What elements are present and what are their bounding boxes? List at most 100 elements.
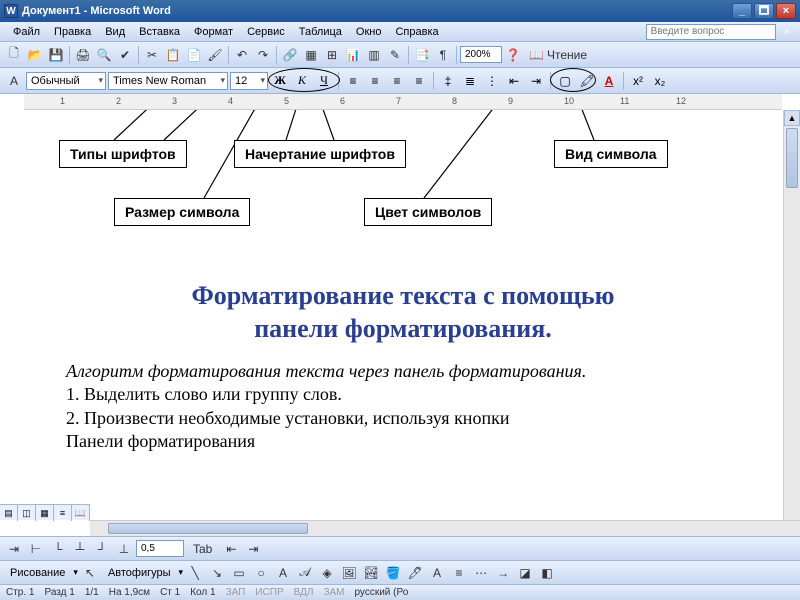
paste-icon[interactable]: 📄 (184, 45, 204, 65)
tab-icon[interactable]: ⇥ (4, 539, 24, 559)
save-icon[interactable]: 💾 (46, 45, 66, 65)
tab-right-icon[interactable]: ┘ (92, 539, 112, 559)
line-style-icon[interactable]: ≡ (449, 563, 469, 583)
dash-style-icon[interactable]: ⋯ (471, 563, 491, 583)
line-icon[interactable]: ╲ (185, 563, 205, 583)
print-preview-icon[interactable]: 🔍 (94, 45, 114, 65)
shadow-icon[interactable]: ◪ (515, 563, 535, 583)
undo-icon[interactable]: ↶ (232, 45, 252, 65)
styles-pane-icon[interactable]: A (4, 71, 24, 91)
wordart-icon[interactable]: 𝒜 (295, 563, 315, 583)
maximize-button[interactable]: 🗖 (754, 3, 774, 19)
insert-table-icon[interactable]: ⊞ (322, 45, 342, 65)
arrow-icon[interactable]: ↘ (207, 563, 227, 583)
increase-indent-icon[interactable]: ⇥ (526, 71, 546, 91)
outdent-icon[interactable]: ⇥ (243, 539, 263, 559)
format-painter-icon[interactable]: 🖌 (205, 45, 225, 65)
menu-file[interactable]: Файл (6, 24, 47, 40)
document-area[interactable]: Типы шрифтов Размер символа Начертание ш… (0, 110, 800, 526)
align-left-icon[interactable]: ≡ (343, 71, 363, 91)
borders-icon[interactable]: ▢ (555, 71, 575, 91)
font-size-combo[interactable]: 12 (230, 72, 268, 90)
line-color-icon[interactable]: 🖊 (405, 563, 425, 583)
menu-help[interactable]: Справка (388, 24, 445, 40)
menu-view[interactable]: Вид (98, 24, 132, 40)
menu-window[interactable]: Окно (349, 24, 389, 40)
outline-view-icon[interactable]: ≡ (54, 505, 72, 521)
underline-button[interactable]: Ч (314, 71, 334, 91)
picture-icon[interactable]: 🏞 (361, 563, 381, 583)
clipart-icon[interactable]: 🖼 (339, 563, 359, 583)
spellcheck-icon[interactable]: ✔ (115, 45, 135, 65)
autoshapes-dropdown-icon[interactable]: ▾ (179, 567, 184, 578)
bullets-icon[interactable]: ⋮ (482, 71, 502, 91)
tab-decimal-icon[interactable]: ⊥ (114, 539, 134, 559)
decrease-indent-icon[interactable]: ⇤ (504, 71, 524, 91)
font-color-draw-icon[interactable]: A (427, 563, 447, 583)
align-right-icon[interactable]: ≡ (387, 71, 407, 91)
scroll-up-icon[interactable]: ▲ (784, 110, 800, 126)
font-color-icon[interactable]: A (599, 71, 619, 91)
diagram-icon[interactable]: ◈ (317, 563, 337, 583)
subscript-icon[interactable]: x₂ (650, 71, 670, 91)
open-icon[interactable]: 📂 (25, 45, 45, 65)
hscroll-thumb[interactable] (108, 523, 308, 534)
draw-menu[interactable]: Рисование (4, 567, 71, 579)
minimize-button[interactable]: _ (732, 3, 752, 19)
align-justify-icon[interactable]: ≡ (409, 71, 429, 91)
tab-button[interactable]: Tab (186, 539, 219, 559)
oval-icon[interactable]: ○ (251, 563, 271, 583)
menu-format[interactable]: Формат (187, 24, 240, 40)
menu-edit[interactable]: Правка (47, 24, 98, 40)
copy-icon[interactable]: 📋 (163, 45, 183, 65)
help-search-input[interactable] (646, 24, 776, 40)
reading-layout-button[interactable]: 📖 Чтение (524, 45, 592, 65)
tab-stop-icon[interactable]: ⊢ (26, 539, 46, 559)
arrow-style-icon[interactable]: → (493, 563, 513, 583)
menu-tools[interactable]: Сервис (240, 24, 292, 40)
indent-icon[interactable]: ⇤ (221, 539, 241, 559)
print-icon[interactable]: 🖨 (73, 45, 93, 65)
print-view-icon[interactable]: ▦ (36, 505, 54, 521)
highlight-icon[interactable]: 🖍 (577, 71, 597, 91)
normal-view-icon[interactable]: ▤ (0, 505, 18, 521)
doc-close-button[interactable]: × (780, 26, 794, 38)
autoshapes-menu[interactable]: Автофигуры (102, 567, 177, 579)
superscript-icon[interactable]: x² (628, 71, 648, 91)
fill-color-icon[interactable]: 🪣 (383, 563, 403, 583)
italic-button[interactable]: К (292, 71, 312, 91)
help-icon[interactable]: ❓ (503, 45, 523, 65)
zoom-combo[interactable]: 200% (460, 46, 502, 63)
horizontal-scrollbar[interactable] (90, 520, 800, 536)
horizontal-ruler[interactable]: 1 2 3 4 5 6 7 8 9 10 11 12 (24, 94, 782, 110)
font-combo[interactable]: Times New Roman (108, 72, 228, 90)
columns-icon[interactable]: ▥ (364, 45, 384, 65)
hyperlink-icon[interactable]: 🔗 (280, 45, 300, 65)
tab-center-icon[interactable]: ┴ (70, 539, 90, 559)
numbering-icon[interactable]: ≣ (460, 71, 480, 91)
rectangle-icon[interactable]: ▭ (229, 563, 249, 583)
cut-icon[interactable]: ✂ (142, 45, 162, 65)
align-center-icon[interactable]: ≡ (365, 71, 385, 91)
excel-icon[interactable]: 📊 (343, 45, 363, 65)
line-spacing-icon[interactable]: ‡ (438, 71, 458, 91)
tables-borders-icon[interactable]: ▦ (301, 45, 321, 65)
menu-table[interactable]: Таблица (292, 24, 349, 40)
reading-view-icon[interactable]: 📖 (72, 505, 90, 521)
tab-position-combo[interactable]: 0,5 (136, 540, 184, 557)
drawing-icon[interactable]: ✎ (385, 45, 405, 65)
doc-map-icon[interactable]: 📑 (412, 45, 432, 65)
textbox-icon[interactable]: A (273, 563, 293, 583)
web-view-icon[interactable]: ◫ (18, 505, 36, 521)
vertical-scrollbar[interactable]: ▲ ▼ (783, 110, 800, 536)
close-button[interactable]: × (776, 3, 796, 19)
new-icon[interactable]: 🗋 (4, 45, 24, 65)
draw-dropdown-icon[interactable]: ▾ (73, 567, 78, 578)
bold-button[interactable]: Ж (270, 71, 290, 91)
tab-left-icon[interactable]: └ (48, 539, 68, 559)
redo-icon[interactable]: ↷ (253, 45, 273, 65)
menu-insert[interactable]: Вставка (132, 24, 187, 40)
show-marks-icon[interactable]: ¶ (433, 45, 453, 65)
3d-icon[interactable]: ◧ (537, 563, 557, 583)
style-combo[interactable]: Обычный (26, 72, 106, 90)
